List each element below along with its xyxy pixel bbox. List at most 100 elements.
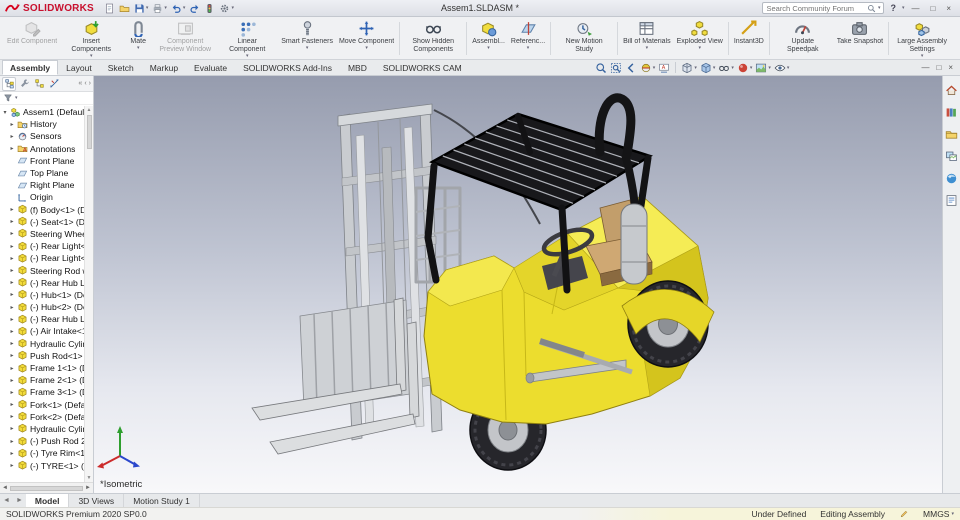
previous-view-button[interactable] xyxy=(625,62,637,74)
expander-icon[interactable]: ▸ xyxy=(9,267,15,274)
ribbon-button-instant3d[interactable]: Instant3D xyxy=(731,18,767,59)
expander-icon[interactable]: ▸ xyxy=(9,377,15,384)
graphics-area[interactable]: *Isometric xyxy=(94,76,942,493)
apply-scene-button[interactable]: ▾ xyxy=(755,62,771,74)
ribbon-button-new-motion-study[interactable]: New Motion Study xyxy=(553,18,615,59)
tree-item-hydraulic-cylinde[interactable]: ▸Hydraulic Cylinde xyxy=(2,423,93,435)
expander-icon[interactable]: ▸ xyxy=(9,304,15,311)
expander-icon[interactable]: ▸ xyxy=(9,401,15,408)
zoom-to-fit-button[interactable] xyxy=(595,62,607,74)
ribbon-button-referenc[interactable]: Referenc...▾ xyxy=(508,18,548,59)
tab-evaluate[interactable]: Evaluate xyxy=(186,60,235,75)
tree-item-rear-light-1[interactable]: ▸(-) Rear Light<1> xyxy=(2,240,93,252)
tree-item-rear-light-2[interactable]: ▸(-) Rear Light<2> xyxy=(2,252,93,264)
dropdown-caret[interactable]: ▾ xyxy=(90,54,93,58)
ribbon-button-take-snapshot[interactable]: Take Snapshot xyxy=(834,18,886,59)
close-document-button[interactable]: × xyxy=(948,63,953,72)
prop-mgr-tab[interactable] xyxy=(17,77,31,91)
expander-icon[interactable]: ▸ xyxy=(9,365,15,372)
ribbon-button-exploded-view[interactable]: Exploded View▾ xyxy=(674,18,726,59)
ribbon-button-mate[interactable]: Mate▾ xyxy=(122,18,154,59)
expander-icon[interactable]: ▸ xyxy=(9,413,15,420)
tab-solidworks-add-ins[interactable]: SOLIDWORKS Add-Ins xyxy=(235,60,340,75)
tree-item-tyre-1-de[interactable]: ▸(-) TYRE<1> (De xyxy=(2,459,93,471)
dropdown-caret[interactable]: ▾ xyxy=(731,65,734,71)
new-file-button[interactable] xyxy=(103,1,116,15)
dropdown-caret[interactable]: ▾ xyxy=(646,46,649,50)
expander-icon[interactable]: ▾ xyxy=(2,109,8,116)
units-caret[interactable]: ▾ xyxy=(951,512,954,517)
tree-item-push-rod-2-1[interactable]: ▸(-) Push Rod 2<1 xyxy=(2,435,93,447)
expander-icon[interactable]: ▸ xyxy=(9,462,15,469)
view-settings-button[interactable]: ▾ xyxy=(774,62,790,74)
tab-scroll-right[interactable]: ► xyxy=(13,494,26,507)
close-window-button[interactable]: × xyxy=(942,1,955,16)
file-explorer-button[interactable] xyxy=(945,127,959,141)
expander-icon[interactable]: ▸ xyxy=(9,316,15,323)
tree-item-hub-1-defa[interactable]: ▸(-) Hub<1> (Defa xyxy=(2,289,93,301)
options-button[interactable]: ▾ xyxy=(218,1,235,15)
help-button[interactable]: ? xyxy=(887,3,899,13)
redo-button[interactable] xyxy=(188,1,201,15)
expander-icon[interactable]: ▸ xyxy=(9,206,15,213)
expander-icon[interactable]: ▸ xyxy=(9,328,15,335)
ribbon-button-assembl[interactable]: Assembl...▾ xyxy=(469,18,508,59)
help-caret[interactable]: ▾ xyxy=(902,6,905,11)
expander-icon[interactable]: ▸ xyxy=(9,218,15,225)
scroll-down-arrow[interactable]: ▼ xyxy=(87,475,92,481)
tab-mbd[interactable]: MBD xyxy=(340,60,375,75)
tree-item-steering-wheel-1[interactable]: ▸Steering Wheel<1 xyxy=(2,228,93,240)
open-file-button[interactable] xyxy=(118,1,131,15)
expander-icon[interactable]: ▸ xyxy=(9,438,15,445)
tree-item-rear-hub-link[interactable]: ▸(-) Rear Hub Link- xyxy=(2,277,93,289)
tab-scroll-left[interactable]: ◄ xyxy=(0,494,13,507)
edit-appearance-button[interactable]: ▾ xyxy=(737,62,753,74)
tree-item-rear-hub-link[interactable]: ▸(-) Rear Hub Link- xyxy=(2,313,93,325)
home-button[interactable] xyxy=(945,83,959,97)
view-palette-button[interactable] xyxy=(945,149,959,163)
search-icon[interactable] xyxy=(867,4,876,13)
scroll-up-arrow[interactable]: ▲ xyxy=(87,107,92,113)
expander-icon[interactable]: ▸ xyxy=(9,340,15,347)
tree-item-push-rod-1-de[interactable]: ▸Push Rod<1> (De xyxy=(2,350,93,362)
expander-icon[interactable]: ▸ xyxy=(9,133,15,140)
tab-solidworks-cam[interactable]: SOLIDWORKS CAM xyxy=(375,60,470,75)
scroll-right-arrow[interactable]: ► xyxy=(85,485,91,491)
bottom-tab-3d-views[interactable]: 3D Views xyxy=(69,494,124,507)
ribbon-button-show-hidden-components[interactable]: Show Hidden Components xyxy=(402,18,464,59)
tree-item-hydraulic-cylinde[interactable]: ▸Hydraulic Cylinde xyxy=(2,338,93,350)
restore-document-button[interactable]: □ xyxy=(936,63,941,72)
tree-item-air-intake-1[interactable]: ▸(-) Air Intake<1> xyxy=(2,325,93,337)
tree-item-fork-2-default[interactable]: ▸Fork<2> (Default xyxy=(2,411,93,423)
tree-item-frame-1-1-def[interactable]: ▸Frame 1<1> (Def xyxy=(2,362,93,374)
zoom-to-area-button[interactable] xyxy=(610,62,622,74)
maximize-window-button[interactable]: □ xyxy=(926,1,939,16)
filter-caret[interactable]: ▾ xyxy=(15,96,18,101)
ribbon-button-insert-components[interactable]: Insert Components▾ xyxy=(60,18,122,59)
tab-sketch[interactable]: Sketch xyxy=(100,60,142,75)
scroll-left-arrow[interactable]: ◄ xyxy=(2,485,8,491)
ribbon-button-bill-of-materials[interactable]: Bill of Materials▾ xyxy=(620,18,673,59)
search-input[interactable] xyxy=(766,4,864,13)
dropdown-caret[interactable]: ▾ xyxy=(653,65,656,71)
dropdown-caret[interactable]: ▾ xyxy=(921,54,924,58)
panel-prev-chevron[interactable]: ‹ xyxy=(84,80,86,87)
print-button[interactable]: ▾ xyxy=(151,1,168,15)
dropdown-caret[interactable]: ▾ xyxy=(137,46,140,50)
tab-layout[interactable]: Layout xyxy=(58,60,100,75)
dropdown-caret[interactable]: ▾ xyxy=(698,46,701,50)
dropdown-caret[interactable]: ▾ xyxy=(527,46,530,50)
fm-tree-tab[interactable] xyxy=(2,77,16,91)
appearances-button[interactable] xyxy=(945,171,959,185)
dropdown-caret[interactable]: ▾ xyxy=(487,46,490,50)
tree-horizontal-scrollbar[interactable]: ◄ ► xyxy=(0,482,93,493)
filter-funnel-icon[interactable] xyxy=(3,93,13,103)
expander-icon[interactable]: ▸ xyxy=(9,243,15,250)
dropdown-caret[interactable]: ▾ xyxy=(787,65,790,71)
expander-icon[interactable]: ▸ xyxy=(9,291,15,298)
dropdown-caret[interactable]: ▾ xyxy=(146,6,149,11)
expander-icon[interactable]: ▸ xyxy=(9,352,15,359)
minimize-window-button[interactable]: — xyxy=(907,1,923,16)
dropdown-caret[interactable]: ▾ xyxy=(246,54,249,58)
tree-item-annotations[interactable]: ▸AAnnotations xyxy=(2,143,93,155)
